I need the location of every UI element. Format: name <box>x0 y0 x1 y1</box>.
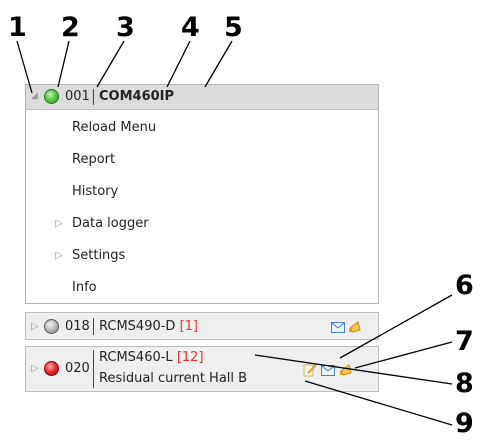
device-header-main[interactable]: ◢ 001 COM460IP <box>26 85 378 110</box>
device-name-text: RCMS460-L <box>99 350 173 365</box>
device-address: 018 <box>65 319 90 334</box>
alarm-count: [1] <box>179 319 199 334</box>
status-led-red-icon <box>44 361 59 376</box>
device-name-text: RCMS490-D <box>99 319 176 334</box>
device-address: 001 <box>65 89 90 104</box>
device-row-018[interactable]: ▷ 018 RCMS490-D [1] <box>25 312 379 340</box>
device-description: Residual current Hall B <box>99 371 248 386</box>
leader-line-3 <box>96 40 125 88</box>
separator <box>93 318 94 335</box>
callout-3: 3 <box>116 12 135 43</box>
callout-4: 4 <box>181 12 200 43</box>
status-led-green-icon <box>44 89 59 104</box>
device-name: COM460IP <box>99 89 175 104</box>
mail-icon[interactable] <box>331 322 345 333</box>
callout-7: 7 <box>455 326 474 357</box>
horn-icon[interactable] <box>339 362 355 378</box>
expand-arrow-icon[interactable]: ▷ <box>31 321 39 332</box>
device-address: 020 <box>65 361 90 376</box>
callout-6: 6 <box>455 270 474 301</box>
menu-item-history[interactable]: History <box>72 184 118 199</box>
separator <box>93 89 94 105</box>
device-row-020[interactable]: ▷ 020 RCMS460-L [12] Residual current Ha… <box>25 346 379 392</box>
device-name: RCMS460-L [12] <box>99 350 204 365</box>
menu-item-settings[interactable]: Settings <box>72 248 125 263</box>
leader-line-4 <box>166 40 191 88</box>
horn-icon[interactable] <box>348 319 364 335</box>
collapse-arrow-icon[interactable]: ◢ <box>31 91 38 101</box>
leader-line-2 <box>57 40 70 88</box>
device-panel-main: ◢ 001 COM460IP Reload Menu Report Histor… <box>25 84 379 304</box>
menu-item-reload-menu[interactable]: Reload Menu <box>72 120 156 135</box>
callout-2: 2 <box>61 12 80 43</box>
menu-item-report[interactable]: Report <box>72 152 115 167</box>
edit-icon[interactable] <box>303 363 317 377</box>
leader-line-5 <box>204 40 233 88</box>
status-led-gray-icon <box>44 319 59 334</box>
callout-9: 9 <box>455 408 474 439</box>
callout-1: 1 <box>8 12 27 43</box>
expand-arrow-icon[interactable]: ▷ <box>55 250 63 261</box>
callout-8: 8 <box>455 368 474 399</box>
menu-item-info[interactable]: Info <box>72 280 97 295</box>
alarm-count: [12] <box>176 350 204 365</box>
expand-arrow-icon[interactable]: ▷ <box>31 363 39 374</box>
device-name: RCMS490-D [1] <box>99 319 198 334</box>
mail-icon[interactable] <box>321 365 335 376</box>
callout-5: 5 <box>224 12 243 43</box>
separator <box>93 350 94 388</box>
menu-item-data-logger[interactable]: Data logger <box>72 216 149 231</box>
expand-arrow-icon[interactable]: ▷ <box>55 218 63 229</box>
